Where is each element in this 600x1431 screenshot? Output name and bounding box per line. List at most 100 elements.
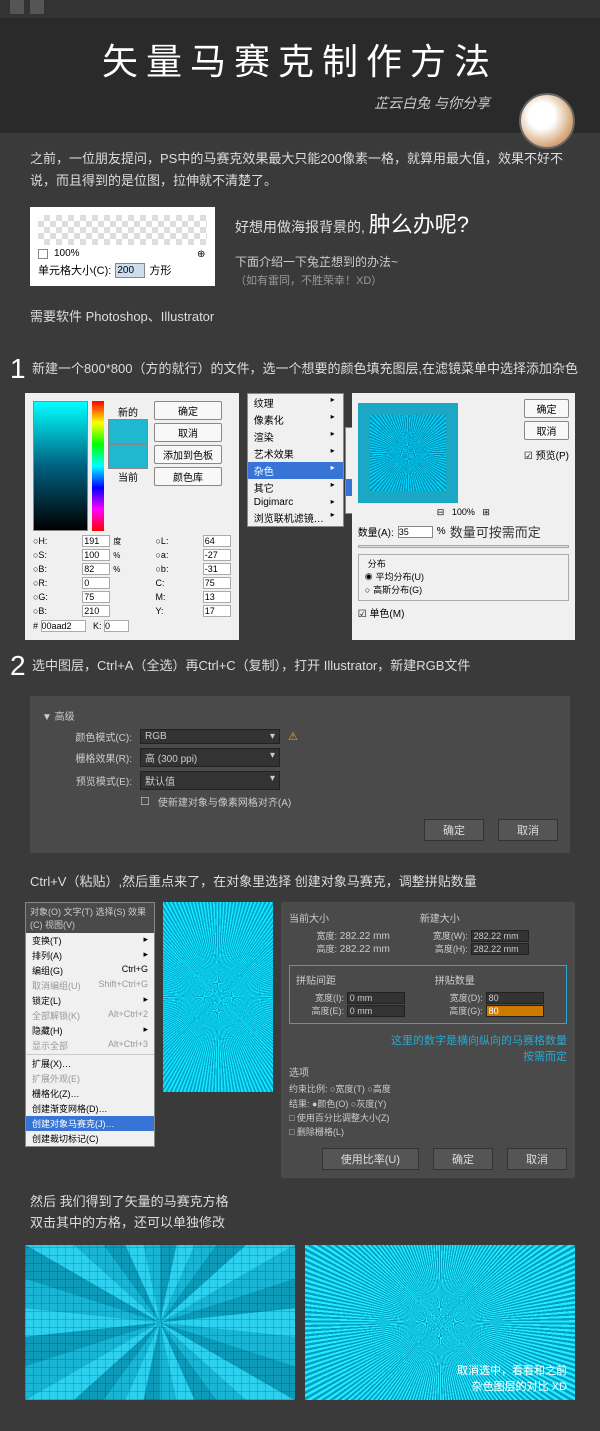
ai-object-menu[interactable]: 对象(O) 文字(T) 选择(S) 效果(C) 视图(V) 变换(T)▸排列(A… — [25, 902, 155, 1147]
mosaic-preview — [163, 902, 273, 1092]
gap-height-input[interactable]: 0 mm — [347, 1005, 405, 1017]
gap-width-input[interactable]: 0 mm — [347, 992, 405, 1004]
a-input[interactable] — [203, 549, 231, 561]
subtitle: 芷云白兔 与你分享 — [30, 93, 490, 113]
amount-input[interactable] — [398, 526, 433, 538]
y-input[interactable] — [203, 605, 231, 617]
answer-intro: 下面介绍一下兔芷想到的办法~ — [235, 253, 570, 270]
tile-note-1: 这里的数字是横向纵向的马赛格数量 — [391, 1035, 567, 1047]
picker-cancel-button[interactable]: 取消 — [154, 423, 222, 442]
del-option[interactable]: □ 删除栅格(L) — [289, 1127, 344, 1137]
l-input[interactable] — [203, 535, 231, 547]
ai-menu-item[interactable]: 隐藏(H)▸ — [26, 1023, 154, 1038]
picker-lib-button[interactable]: 颜色库 — [154, 467, 222, 486]
bl-input[interactable] — [82, 605, 110, 617]
c-input[interactable] — [203, 577, 231, 589]
use-ratio-button[interactable]: 使用比率(U) — [322, 1148, 419, 1170]
h-input[interactable] — [82, 535, 110, 547]
amount-note: 数量可按需而定 — [450, 522, 541, 541]
filter-menu-item[interactable]: 杂色▸ — [248, 462, 343, 479]
mosaic-cancel-button[interactable]: 取消 — [507, 1148, 567, 1170]
ai-menu-item[interactable]: 创建渐变网格(D)… — [26, 1101, 154, 1116]
bb-input[interactable] — [203, 563, 231, 575]
ai-new-doc-panel: ▼ 高级 颜色模式(C):RGB▾ ⚠ 栅格效果(R):高 (300 ppi)▾… — [30, 696, 570, 853]
filter-menu-item[interactable]: 其它▸ — [248, 479, 343, 496]
cur-width: 282.22 mm — [340, 931, 390, 942]
question-emphasis: 肿么办呢? — [369, 212, 469, 237]
ai-menu-item[interactable]: 变换(T)▸ — [26, 933, 154, 948]
filter-menu-item[interactable]: 像素化▸ — [248, 411, 343, 428]
noise-cancel-button[interactable]: 取消 — [524, 421, 569, 440]
ai-menu-item[interactable]: 栅格化(Z)… — [26, 1086, 154, 1101]
ai-menu-item[interactable]: 锁定(L)▸ — [26, 993, 154, 1008]
filter-menu-item[interactable]: 浏览联机滤镜…▸ — [248, 509, 343, 526]
b-input[interactable] — [82, 563, 110, 575]
ai-menu-item[interactable]: 扩展外观(E) — [26, 1071, 154, 1086]
filter-menu-item[interactable]: 纹理▸ — [248, 394, 343, 411]
result-noise-compare: 取消选中，看看和之前杂色图层的对比 XD — [305, 1245, 575, 1400]
author-avatar — [519, 93, 575, 149]
ai-menu-item[interactable]: 创建对象马赛克(J)… — [26, 1116, 154, 1131]
compare-label: 取消选中，看看和之前杂色图层的对比 XD — [457, 1362, 567, 1394]
noise-preview-check[interactable]: 预览(P) — [536, 451, 569, 462]
hex-input[interactable] — [41, 620, 86, 632]
noise-ok-button[interactable]: 确定 — [524, 399, 569, 418]
uniform-radio[interactable]: 平均分布(U) — [376, 570, 425, 583]
requirements: 需要软件 Photoshop、Illustrator — [0, 288, 600, 343]
ratio-option[interactable]: 约束比例: ○宽度(T) ○高度 — [289, 1084, 391, 1094]
newdoc-ok-button[interactable]: 确定 — [424, 819, 484, 841]
k-input[interactable] — [104, 620, 129, 632]
gauss-radio[interactable]: 高斯分布(G) — [373, 583, 422, 596]
object-mosaic-panel: 当前大小 宽度: 282.22 mm 高度: 282.22 mm 新建大小 宽度… — [281, 902, 575, 1178]
ai-menu-item[interactable]: 排列(A)▸ — [26, 948, 154, 963]
question-prefix: 好想用做海报背景的, — [235, 219, 365, 235]
mono-check[interactable]: 单色(M) — [369, 609, 404, 620]
new-height-input[interactable]: 282.22 mm — [471, 943, 529, 955]
m-input[interactable] — [203, 591, 231, 603]
new-width-input[interactable]: 282.22 mm — [471, 930, 529, 942]
ai-menu-item[interactable]: 创建裁切标记(C) — [26, 1131, 154, 1146]
step-2-number: 2 — [10, 650, 32, 682]
step-1-text: 新建一个800*800（方的就行）的文件，选一个想要的颜色填充图层,在滤镜菜单中… — [32, 353, 580, 385]
filter-menu-item[interactable]: Digimarc▸ — [248, 496, 343, 509]
dist-label: 分布 — [365, 557, 389, 570]
raster-select[interactable]: 高 (300 ppi)▾ — [140, 748, 280, 767]
cell-size-label: 单元格大小(C): — [38, 262, 111, 278]
ai-menu-item[interactable]: 扩展(X)… — [26, 1056, 154, 1071]
color-picker-panel: 新的 当前 确定 取消 添加到色板 颜色库 ○H:度○L: ○S:%○a: — [25, 393, 239, 640]
tile-note-2: 按需而定 — [523, 1051, 567, 1063]
tile-width-input[interactable]: 80 — [486, 992, 544, 1004]
picker-ok-button[interactable]: 确定 — [154, 401, 222, 420]
step-2-text: 选中图层，Ctrl+A（全选）再Ctrl+C（复制），打开 Illustrato… — [32, 650, 580, 682]
filter-menu-item[interactable]: 渲染▸ — [248, 428, 343, 445]
s-input[interactable] — [82, 549, 110, 561]
swatch-new-label: 新的 — [108, 404, 148, 419]
color-mode-select[interactable]: RGB▾ — [140, 729, 280, 744]
g-input[interactable] — [82, 591, 110, 603]
preview-mode-select[interactable]: 默认值▾ — [140, 771, 280, 790]
ps-mosaic-panel: 100%⊕ 单元格大小(C): 方形 — [30, 207, 215, 286]
pct-option[interactable]: □ 使用百分比调整大小(Z) — [289, 1113, 389, 1123]
tile-height-input[interactable]: 80 — [486, 1005, 544, 1017]
cur-height: 282.22 mm — [340, 944, 390, 955]
align-check[interactable]: 使新建对象与像素网格对齐(A) — [158, 794, 291, 809]
r-input[interactable] — [82, 577, 110, 589]
filter-menu-item[interactable]: 艺术效果▸ — [248, 445, 343, 462]
cell-size-input[interactable] — [115, 263, 145, 278]
zoom-label: 100% — [54, 248, 80, 259]
filter-menu[interactable]: 纹理▸像素化▸渲染▸艺术效果▸杂色▸其它▸Digimarc▸浏览联机滤镜…▸ — [247, 393, 344, 527]
swatch-cur-label: 当前 — [108, 469, 148, 484]
picker-add-button[interactable]: 添加到色板 — [154, 445, 222, 464]
advanced-toggle[interactable]: ▼ 高级 — [42, 708, 558, 723]
ai-menu-item[interactable]: 取消编组(U)Shift+Ctrl+G — [26, 978, 154, 993]
newdoc-cancel-button[interactable]: 取消 — [498, 819, 558, 841]
ai-menu-item[interactable]: 编组(G)Ctrl+G — [26, 963, 154, 978]
result-option[interactable]: 结果: ●颜色(O) ○灰度(Y) — [289, 1099, 386, 1109]
ai-menu-item[interactable]: 显示全部Alt+Ctrl+3 — [26, 1038, 154, 1053]
step-3-text: Ctrl+V（粘贴）,然后重点来了，在对象里选择 创建对象马赛克，调整拼贴数量 — [0, 859, 600, 902]
mosaic-ok-button[interactable]: 确定 — [433, 1148, 493, 1170]
disclaimer: （如有雷同，不胜荣幸！XD） — [235, 272, 570, 288]
ai-menu-item[interactable]: 全部解锁(K)Alt+Ctrl+2 — [26, 1008, 154, 1023]
result-text: 然后 我们得到了矢量的马赛克方格双击其中的方格，还可以单独修改 — [0, 1178, 600, 1242]
page-title: 矢量马赛克制作方法 — [30, 33, 570, 85]
